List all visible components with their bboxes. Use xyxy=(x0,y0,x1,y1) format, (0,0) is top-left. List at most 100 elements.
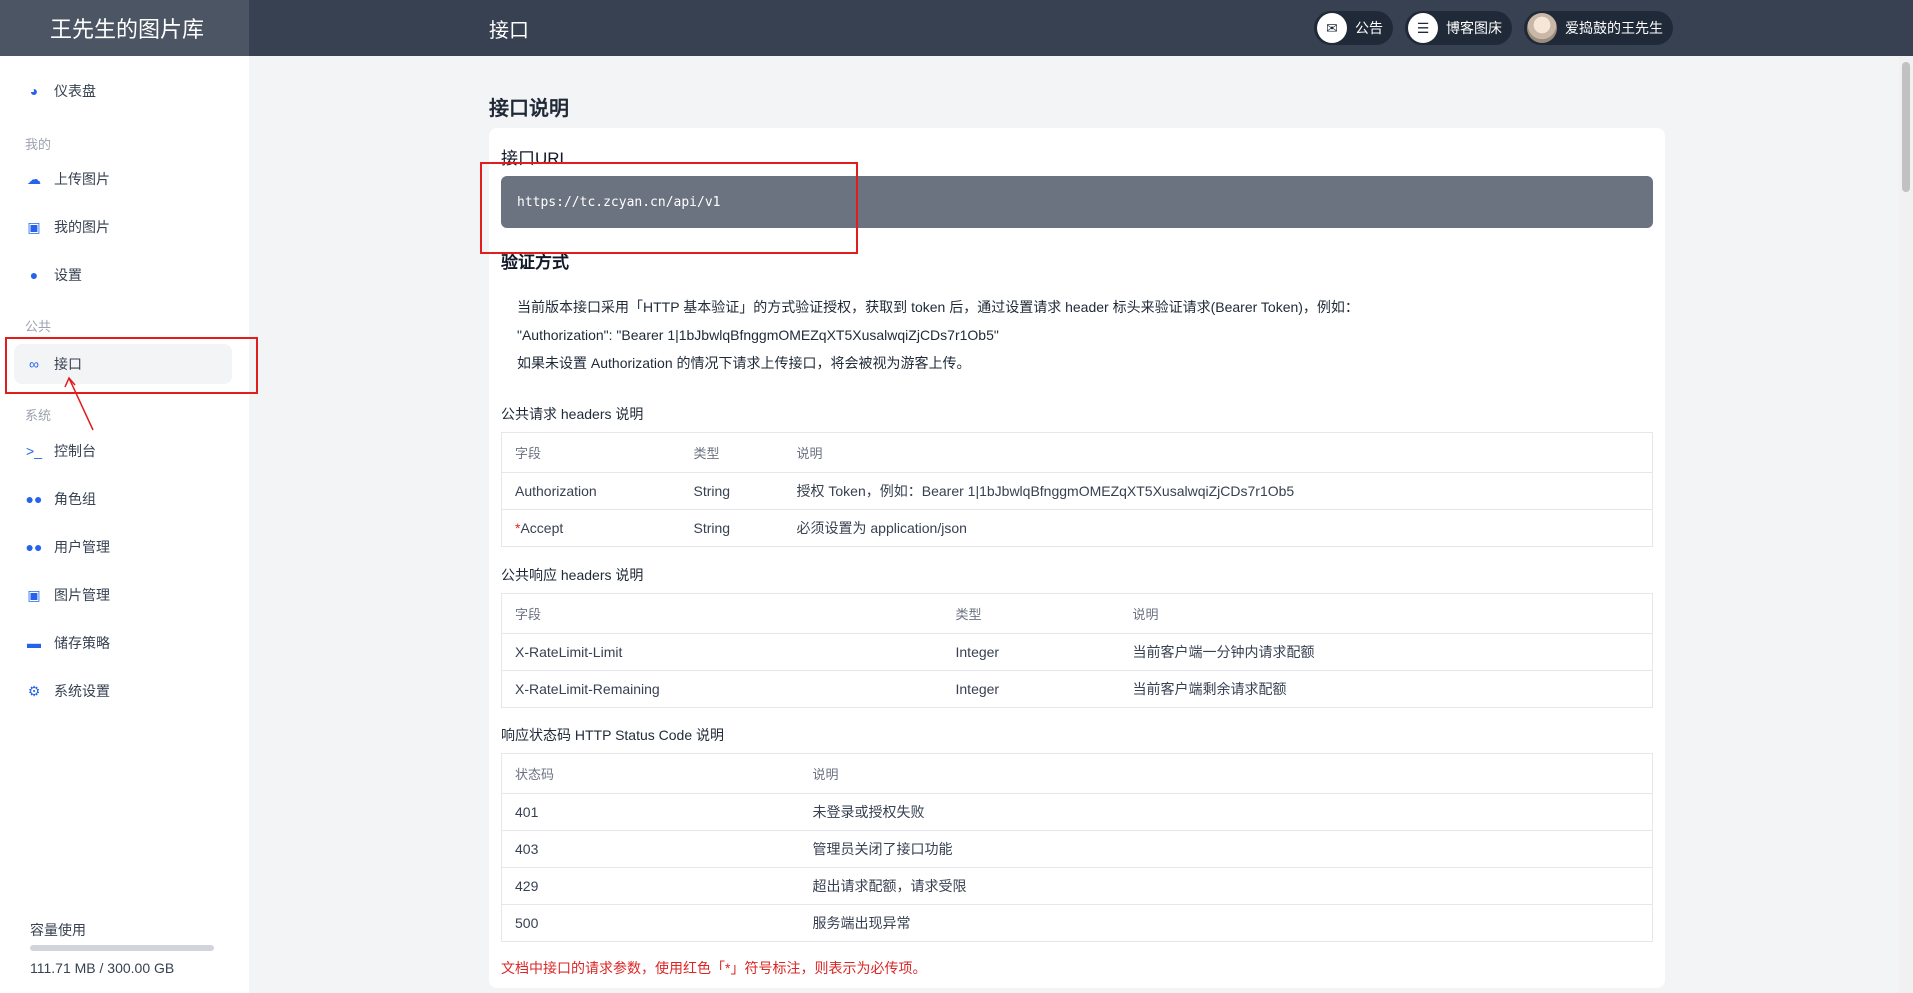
desc-cell: 超出请求配额，请求受限 xyxy=(799,867,1653,905)
server-icon: ☰ xyxy=(1408,13,1438,43)
field-cell: Authorization xyxy=(501,472,681,510)
sidebar-item-storage-strategy[interactable]: ▬ 储存策略 xyxy=(14,623,232,663)
sidebar-item-my-images[interactable]: ▣ 我的图片 xyxy=(14,207,232,247)
field-name: Accept xyxy=(520,520,564,536)
sidebar-item-label: 仪表盘 xyxy=(54,83,96,99)
annotation-arrow xyxy=(64,376,94,431)
group-label-public: 公共 xyxy=(25,319,52,334)
table-row: 500 服务端出现异常 xyxy=(502,905,1653,942)
table-header-row: 字段 类型 说明 xyxy=(501,432,1653,473)
gauge-icon: ◕ xyxy=(29,83,39,99)
storage-value: 111.71 MB / 300.00 GB xyxy=(30,960,175,976)
table-row: 403 管理员关闭了接口功能 xyxy=(501,830,1653,868)
scrollbar-thumb[interactable] xyxy=(1902,62,1910,192)
highlight-box-api-menu xyxy=(5,337,258,394)
table-row: Authorization String 授权 Token，例如：Bearer … xyxy=(501,472,1653,510)
sidebar-item-upload[interactable]: ☁ 上传图片 xyxy=(14,159,232,199)
sidebar-item-settings[interactable]: ● 设置 xyxy=(14,255,232,295)
storage-progress-bar xyxy=(30,945,214,951)
column-header: 类型 xyxy=(680,432,784,473)
hard-drive-icon: ▬ xyxy=(27,635,41,651)
sidebar-item-label: 上传图片 xyxy=(54,171,110,187)
gears-icon: ⚙ xyxy=(27,682,41,699)
table-header-row: 状态码 说明 xyxy=(501,753,1653,794)
field-cell: X-RateLimit-Limit xyxy=(501,633,943,671)
avatar xyxy=(1527,13,1557,43)
column-header: 字段 xyxy=(501,432,681,473)
vertical-scrollbar[interactable] xyxy=(1899,56,1913,993)
auth-description: 当前版本接口采用「HTTP 基本验证」的方式验证授权，获取到 token 后，通… xyxy=(517,293,1359,377)
sidebar-item-label: 图片管理 xyxy=(54,587,110,603)
type-cell: String xyxy=(680,472,784,510)
notice-button[interactable]: ✉ 公告 xyxy=(1314,11,1393,45)
users-icon: ●● xyxy=(25,491,43,507)
sidebar-item-console[interactable]: >_ 控制台 xyxy=(14,431,232,471)
code-cell: 403 xyxy=(501,830,800,868)
required-note: 文档中接口的请求参数，使用红色「*」符号标注，则表示为必传项。 xyxy=(501,960,927,976)
user-name: 爱捣鼓的王先生 xyxy=(1565,20,1663,36)
sidebar-item-system-settings[interactable]: ⚙ 系统设置 xyxy=(14,671,232,711)
table-row: 401 未登录或授权失败 xyxy=(501,793,1653,831)
sidebar-item-label: 系统设置 xyxy=(54,683,110,699)
auth-line: 如果未设置 Authorization 的情况下请求上传接口，将会被视为游客上传… xyxy=(517,355,971,371)
column-header: 类型 xyxy=(942,593,1120,634)
column-header: 状态码 xyxy=(501,753,800,794)
type-cell: Integer xyxy=(955,681,1000,697)
auth-line: 当前版本接口采用「HTTP 基本验证」的方式验证授权，获取到 token 后，通… xyxy=(517,299,1359,315)
group-label-mine: 我的 xyxy=(25,137,52,152)
request-headers-table: 字段 类型 说明 Authorization String 授权 Token，例… xyxy=(501,432,1653,547)
column-header: 字段 xyxy=(501,593,943,634)
desc-cell: 授权 Token，例如：Bearer 1|1bJbwlqBfnggmOMEZqX… xyxy=(783,472,1653,510)
blog-button[interactable]: ☰ 博客图床 xyxy=(1405,11,1512,45)
status-codes-table: 状态码 说明 401 未登录或授权失败 403 管理员关闭了接口功能 429 超… xyxy=(501,753,1653,942)
brand-logo[interactable]: 王先生的图片库 xyxy=(0,0,249,56)
request-headers-title: 公共请求 headers 说明 xyxy=(501,406,644,422)
page-heading: 接口说明 xyxy=(489,98,569,120)
desc-cell: 当前客户端一分钟内请求配额 xyxy=(1119,633,1653,671)
sidebar-item-label: 设置 xyxy=(54,267,82,283)
response-headers-table: 字段 类型 说明 X-RateLimit-Limit Integer 当前客户端… xyxy=(501,593,1653,708)
user-menu[interactable]: 爱捣鼓的王先生 xyxy=(1524,11,1673,45)
code-cell: 401 xyxy=(501,793,800,831)
code-cell: 429 xyxy=(501,867,800,905)
column-header: 说明 xyxy=(783,432,1653,473)
table-row: X-RateLimit-Remaining Integer 当前客户端剩余请求配… xyxy=(502,671,1653,708)
sidebar: ◕ 仪表盘 我的 ☁ 上传图片 ▣ 我的图片 ● 设置 公共 ∞ 接口 系统 >… xyxy=(0,56,249,993)
type-cell: Integer xyxy=(942,633,1120,671)
sidebar-item-roles[interactable]: ●● 角色组 xyxy=(14,479,232,519)
field-cell: X-RateLimit-Remaining xyxy=(515,681,660,697)
images-icon: ▣ xyxy=(27,586,41,603)
status-codes-title: 响应状态码 HTTP Status Code 说明 xyxy=(501,727,725,743)
top-bar: 接口 ✉ 公告 ☰ 博客图床 爱捣鼓的王先生 xyxy=(249,0,1913,56)
sidebar-item-label: 角色组 xyxy=(54,491,96,507)
sidebar-item-image-management[interactable]: ▣ 图片管理 xyxy=(14,575,232,615)
sidebar-item-label: 用户管理 xyxy=(54,539,110,555)
desc-cell: 当前客户端剩余请求配额 xyxy=(1132,681,1287,697)
images-icon: ▣ xyxy=(27,218,41,235)
page-title: 接口 xyxy=(489,19,529,42)
column-header: 说明 xyxy=(1119,593,1653,634)
blog-label: 博客图床 xyxy=(1446,20,1502,36)
sidebar-item-label: 我的图片 xyxy=(54,219,110,235)
column-header: 说明 xyxy=(799,753,1653,794)
type-cell: String xyxy=(693,520,731,536)
desc-cell: 服务端出现异常 xyxy=(812,915,911,931)
cloud-upload-icon: ☁ xyxy=(27,170,41,187)
desc-cell: 未登录或授权失败 xyxy=(799,793,1653,831)
table-row: X-RateLimit-Limit Integer 当前客户端一分钟内请求配额 xyxy=(501,633,1653,671)
top-actions: ✉ 公告 ☰ 博客图床 爱捣鼓的王先生 xyxy=(1314,11,1673,45)
highlight-box-api-url xyxy=(480,162,858,254)
desc-cell: 必须设置为 application/json xyxy=(796,520,967,536)
table-row: 429 超出请求配额，请求受限 xyxy=(501,867,1653,905)
sidebar-item-user-management[interactable]: ●● 用户管理 xyxy=(14,527,232,567)
auth-example[interactable]: "Authorization": "Bearer 1|1bJbwlqBfnggm… xyxy=(517,321,1359,349)
sidebar-item-label: 储存策略 xyxy=(54,635,110,651)
notice-label: 公告 xyxy=(1355,20,1383,36)
table-header-row: 字段 类型 说明 xyxy=(501,593,1653,634)
user-gear-icon: ● xyxy=(29,267,39,283)
field-cell: *Accept xyxy=(502,510,681,547)
api-doc-card: 接口URL https://tc.zcyan.cn/api/v1 验证方式 当前… xyxy=(489,128,1665,988)
envelope-icon: ✉ xyxy=(1317,13,1347,43)
table-row: *Accept String 必须设置为 application/json xyxy=(502,510,1653,547)
sidebar-item-dashboard[interactable]: ◕ 仪表盘 xyxy=(14,71,232,111)
